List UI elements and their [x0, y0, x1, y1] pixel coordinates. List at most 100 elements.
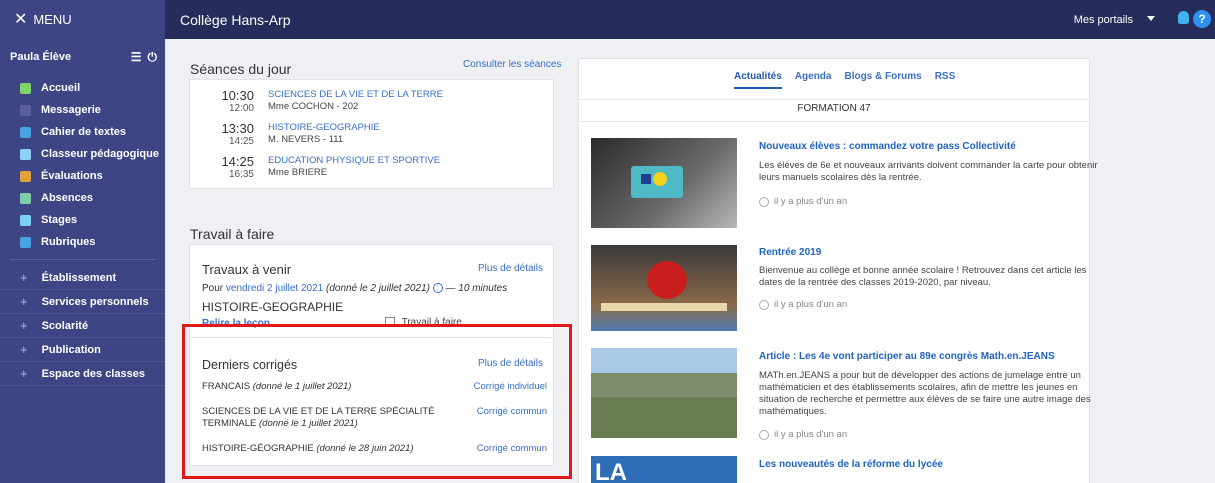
clock-icon [759, 196, 769, 207]
sidebar: Paula Élève ☰ ⏻ Accueil Messagerie Cahier … [0, 39, 165, 483]
sidebar-section[interactable]: + Espace des classes [0, 362, 165, 386]
sidebar-section-label: Établissement [41, 271, 117, 284]
session-row[interactable]: 10:30 12:00 SCIENCES DE LA VIE ET DE LA TE… [210, 88, 443, 115]
envelope-icon [20, 104, 31, 116]
sidebar-section-label: Espace des classes [41, 367, 145, 380]
user-row: Paula Élève ☰ ⏻ [0, 39, 165, 75]
user-name[interactable]: Paula Élève [10, 51, 71, 63]
session-subject[interactable]: SCIENCES DE LA VIE ET DE LA TERRE [268, 89, 443, 101]
tab-actualites[interactable]: Actualités [734, 71, 782, 89]
sidebar-section[interactable]: + Services personnels [0, 290, 165, 314]
menu-label: MENU [33, 12, 72, 27]
sidebar-section-label: Scolarité [41, 319, 89, 332]
portals-menu[interactable]: Mes portails [1074, 0, 1133, 39]
news-time-label: il y a plus d'un an [774, 299, 848, 310]
session-end: 16:35 [228, 169, 254, 180]
sidebar-section[interactable]: + Établissement [0, 266, 165, 290]
news-text: MATh.en.JEANS a pour but de développer d… [759, 370, 1091, 417]
clock-icon [432, 283, 443, 294]
help-button[interactable]: ? [1193, 10, 1211, 28]
apple-graphic [647, 261, 687, 299]
power-icon[interactable]: ⏻ [148, 50, 158, 65]
sidebar-section[interactable]: + Publication [0, 338, 165, 362]
news-tabs: Actualités Agenda Blogs & Forums RSS [734, 71, 955, 89]
session-end: 14:25 [228, 136, 254, 147]
settings-icon[interactable]: ☰ [131, 50, 142, 65]
chart-icon [20, 170, 31, 182]
plus-icon: + [20, 294, 28, 309]
session-subject[interactable]: HISTOIRE-GEOGRAPHIE [268, 122, 380, 134]
news-time-label: il y a plus d'un an [774, 196, 848, 207]
sidebar-item[interactable]: Classeur pédagogique [0, 143, 165, 165]
session-end: 12:00 [228, 103, 254, 114]
notebook-icon [20, 126, 31, 138]
sidebar-item[interactable]: Évaluations [0, 165, 165, 187]
plus-icon: + [20, 342, 28, 357]
pass-card-square [641, 174, 651, 184]
news-image-reforme[interactable]: LA RÉFORME [591, 456, 737, 483]
session-start: 13:30 [221, 121, 254, 136]
travaux-subject: HISTOIRE-GEOGRAPHIE [202, 300, 344, 314]
sidebar-item[interactable]: Stages [0, 209, 165, 231]
session-time: 13:30 14:25 [210, 121, 254, 148]
book-graphic [601, 303, 727, 311]
session-row[interactable]: 13:30 14:25 HISTOIRE-GEOGRAPHIE M. NEVERS -… [210, 121, 380, 148]
home-icon [20, 82, 31, 94]
consulter-seances-link[interactable]: Consulter les séances [463, 59, 561, 70]
sidebar-item-label: Accueil [41, 82, 81, 94]
news-time: il y a plus d'un an [759, 196, 847, 207]
travaux-meta: Pour vendredi 2 juillet 2021 (donné le 2… [202, 283, 507, 294]
session-subject[interactable]: EDUCATION PHYSIQUE ET SPORTIVE [268, 155, 440, 167]
travaux-subtitle: Travaux à venir [202, 262, 292, 277]
plus-icon: + [20, 270, 28, 285]
sidebar-section-label: Services personnels [41, 295, 149, 308]
news-text: Bienvenue au collège et bonne année scol… [759, 265, 1087, 288]
news-image-group[interactable] [591, 348, 737, 438]
menu-toggle-button[interactable]: ✕ MENU [0, 0, 165, 39]
close-icon: ✕ [14, 10, 28, 28]
binder-icon [20, 148, 31, 160]
sidebar-item[interactable]: Accueil [0, 77, 165, 99]
sidebar-item[interactable]: Rubriques [0, 231, 165, 253]
clock-icon [759, 429, 769, 440]
session-info: EDUCATION PHYSIQUE ET SPORTIVE Mme BRIERE [268, 155, 440, 180]
divider [10, 259, 155, 260]
sidebar-nav: Accueil Messagerie Cahier de textes Classeu… [0, 77, 165, 253]
tab-rss[interactable]: RSS [935, 71, 956, 89]
sidebar-item-label: Rubriques [41, 236, 96, 248]
seances-card: 10:30 12:00 SCIENCES DE LA VIE ET DE LA TE… [189, 79, 554, 189]
plus-icon: + [20, 318, 28, 333]
seances-title: Séances du jour [190, 61, 292, 77]
news-title[interactable]: Article : Les 4e vont participer au 89e … [759, 351, 1055, 362]
news-time-label: il y a plus d'un an [774, 429, 848, 440]
pour-label: Pour [202, 283, 224, 294]
sidebar-section[interactable]: + Scolarité [0, 314, 165, 338]
sidebar-item[interactable]: Absences [0, 187, 165, 209]
lightbulb-icon[interactable] [1178, 11, 1189, 24]
comment-icon [20, 236, 31, 248]
divider [579, 99, 1089, 100]
sidebar-item-label: Absences [41, 192, 93, 204]
sidebar-item[interactable]: Cahier de textes [0, 121, 165, 143]
news-text: Les élèves de 6e et nouveaux arrivants d… [759, 160, 1098, 183]
sidebar-item[interactable]: Messagerie [0, 99, 165, 121]
news-title[interactable]: Rentrée 2019 [759, 247, 821, 258]
session-info: HISTOIRE-GEOGRAPHIE M. NEVERS - 111 [268, 122, 380, 147]
session-start: 10:30 [221, 88, 254, 103]
session-time: 14:25 16:35 [210, 155, 254, 181]
school-title[interactable]: Collège Hans-Arp [180, 0, 291, 39]
news-title[interactable]: Nouveaux élèves : commandez votre pass C… [759, 141, 1016, 152]
sidebar-item-label: Cahier de textes [41, 126, 126, 138]
news-image-apple[interactable] [591, 245, 737, 331]
tab-agenda[interactable]: Agenda [795, 71, 832, 89]
session-row[interactable]: 14:25 16:35 EDUCATION PHYSIQUE ET SPORTIVE… [210, 155, 440, 181]
news-card: Actualités Agenda Blogs & Forums RSS FORMAT… [578, 58, 1098, 483]
sidebar-item-label: Stages [41, 214, 78, 226]
tab-blogs-forums[interactable]: Blogs & Forums [844, 71, 921, 89]
news-title[interactable]: Les nouveautés de la réforme du lycée [759, 459, 943, 470]
due-date-link[interactable]: vendredi 2 juillet 2021 [226, 283, 323, 294]
travaux-details-link[interactable]: Plus de détails [478, 263, 543, 274]
news-time: il y a plus d'un an [759, 429, 847, 440]
news-image-card[interactable] [591, 138, 737, 228]
chevron-down-icon[interactable] [1147, 16, 1155, 21]
